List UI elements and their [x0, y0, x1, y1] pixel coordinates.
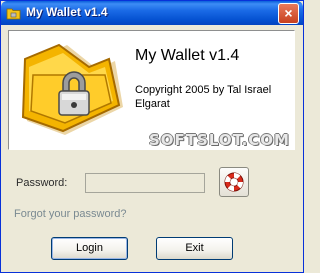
close-button[interactable]: × [278, 3, 299, 24]
copyright-text: Copyright 2005 by Tal Israel Elgarat [135, 84, 272, 110]
window-title: My Wallet v1.4 [26, 5, 108, 19]
watermark: SOFTSLOT.COM [149, 131, 290, 149]
exit-button[interactable]: Exit [156, 237, 233, 260]
password-label: Password: [16, 177, 68, 189]
login-button[interactable]: Login [51, 237, 128, 260]
app-name: My Wallet v1.4 [135, 47, 240, 64]
title-bar[interactable]: My Wallet v1.4 × [1, 1, 303, 25]
folder-lock-icon [21, 43, 123, 135]
wallet-icon [6, 6, 21, 20]
header-panel: My Wallet v1.4 Copyright 2005 by Tal Isr… [8, 30, 295, 150]
close-icon: × [284, 5, 293, 21]
help-button[interactable] [219, 167, 249, 197]
app-window: My Wallet v1.4 × My Wallet v1.4 Copyrigh… [0, 0, 304, 273]
forgot-password-link[interactable]: Forgot your password? [14, 208, 127, 220]
lifebuoy-icon [224, 172, 244, 192]
password-input[interactable] [85, 173, 205, 193]
